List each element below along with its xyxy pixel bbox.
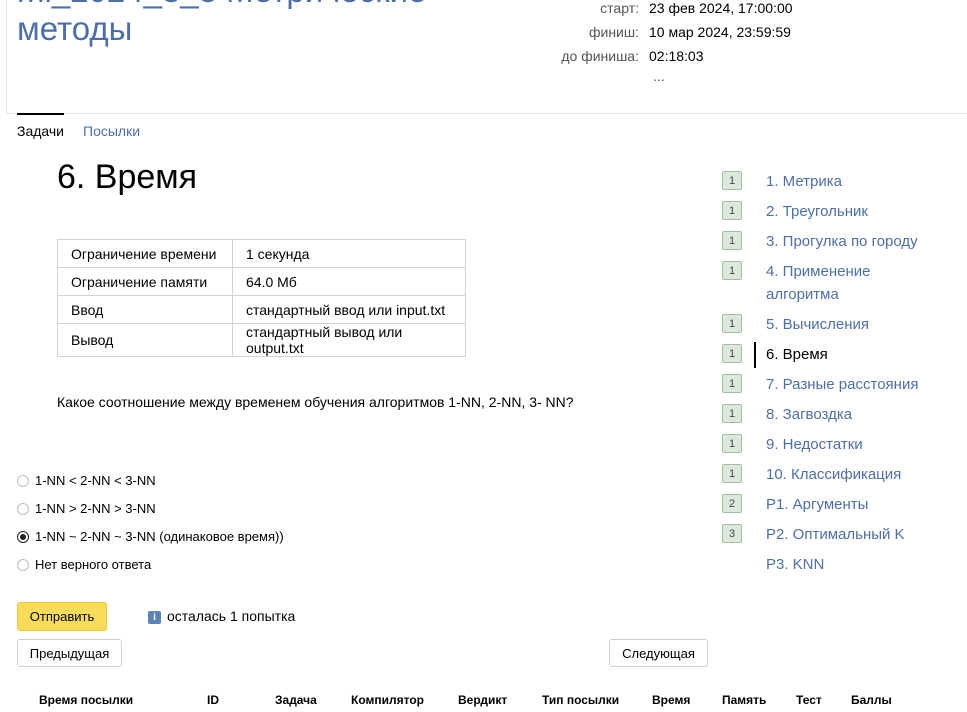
attempts-badge: 1 (722, 201, 742, 220)
column-header[interactable]: ID (207, 693, 219, 707)
option-label: Нет верного ответа (35, 557, 152, 573)
attempts-badge: 1 (722, 231, 742, 250)
option-label: 1-NN ~ 2-NN ~ 3-NN (одинаковое время)) (35, 529, 284, 545)
finish-label: финиш: (588, 24, 639, 40)
submit-button[interactable]: Отправить (17, 602, 107, 631)
column-header[interactable]: Тест (796, 693, 822, 707)
table-row: Ограничение времени 1 секунда (57, 239, 466, 268)
limit-value: стандартный ввод или input.txt (232, 295, 466, 324)
next-button[interactable]: Следующая (609, 639, 708, 667)
limit-value: стандартный вывод или output.txt (232, 323, 466, 357)
option-label: 1-NN < 2-NN < 3-NN (35, 473, 156, 489)
tab-problems[interactable]: Задачи (17, 113, 65, 139)
attempts-badge: 1 (722, 404, 742, 423)
table-row: Ввод стандартный ввод или input.txt (57, 295, 466, 324)
finish-value: 10 мар 2024, 23:59:59 (649, 24, 791, 40)
limit-value: 64.0 Мб (232, 267, 466, 296)
attempts-badge: 1 (722, 261, 742, 280)
attempts-badge: 1 (722, 434, 742, 453)
attempts-info: i осталась 1 попытка (148, 608, 295, 624)
answer-option-2[interactable]: 1-NN > 2-NN > 3-NN (17, 500, 156, 516)
limit-value: 1 секунда (232, 239, 466, 268)
problem-link[interactable]: 1. Метрика (766, 170, 941, 193)
radio-button-checked[interactable] (17, 530, 29, 543)
limit-key: Ограничение времени (57, 239, 233, 268)
left-divider (6, 0, 7, 113)
attempts-badge: 1 (722, 344, 742, 363)
limits-table: Ограничение времени 1 секунда Ограничени… (57, 239, 466, 357)
start-label: старт: (600, 0, 639, 16)
answer-option-1[interactable]: 1-NN < 2-NN < 3-NN (17, 472, 156, 488)
problem-title: 6. Время (57, 158, 198, 196)
problem-link[interactable]: 7. Разные расстояния (766, 373, 941, 396)
table-row: Ограничение памяти 64.0 Мб (57, 267, 466, 296)
remaining-value: 02:18:03 (649, 48, 704, 64)
column-header[interactable]: Компилятор (351, 693, 424, 707)
column-header[interactable]: Баллы (851, 693, 892, 707)
column-header[interactable]: Время посылки (39, 693, 133, 707)
attempts-badge: 1 (722, 464, 742, 483)
start-value: 23 фев 2024, 17:00:00 (649, 0, 793, 16)
column-header[interactable]: Задача (275, 693, 317, 707)
column-header[interactable]: Время (652, 693, 690, 707)
problem-link[interactable]: 4. Применение алгоритма (766, 260, 941, 306)
attempts-badge: 1 (722, 314, 742, 333)
problem-link[interactable]: 8. Загвоздка (766, 403, 941, 426)
header-divider (6, 113, 967, 114)
problem-link[interactable]: P1. Аргументы (766, 493, 941, 516)
current-problem: 6. Время (766, 346, 828, 363)
remaining-label: до финиша: (561, 48, 639, 64)
limit-key: Ограничение памяти (57, 267, 233, 296)
answer-option-3[interactable]: 1-NN ~ 2-NN ~ 3-NN (одинаковое время)) (17, 528, 284, 544)
info-icon: i (148, 611, 161, 624)
radio-button[interactable] (17, 558, 29, 571)
attempts-badge: 1 (722, 374, 742, 393)
problem-link[interactable]: 3. Прогулка по городу (766, 230, 941, 253)
attempts-badge: 3 (722, 524, 742, 543)
question-text: Какое соотношение между временем обучени… (57, 394, 574, 410)
current-marker (754, 342, 756, 368)
column-header[interactable]: Память (722, 693, 766, 707)
attempts-text: осталась 1 попытка (167, 608, 296, 624)
previous-button[interactable]: Предыдущая (17, 639, 122, 667)
table-row: Вывод стандартный вывод или output.txt (57, 323, 466, 357)
attempts-badge: 1 (722, 171, 742, 190)
timing-more[interactable]: ... (653, 68, 665, 84)
problem-link[interactable]: P3. KNN (766, 553, 941, 576)
problem-link[interactable]: 9. Недостатки (766, 433, 941, 456)
limit-key: Вывод (57, 323, 233, 357)
tab-submissions[interactable]: Посылки (83, 123, 140, 139)
column-header[interactable]: Вердикт (458, 693, 507, 707)
problem-link[interactable]: 2. Треугольник (766, 200, 941, 223)
problem-link[interactable]: 10. Классификация (766, 463, 941, 486)
radio-button[interactable] (17, 502, 29, 515)
attempts-badge: 2 (722, 494, 742, 513)
problem-link[interactable]: 5. Вычисления (766, 313, 941, 336)
radio-button[interactable] (17, 474, 29, 487)
limit-key: Ввод (57, 295, 233, 324)
answer-option-4[interactable]: Нет верного ответа (17, 556, 151, 572)
option-label: 1-NN > 2-NN > 3-NN (35, 501, 156, 517)
contest-title: ml_2024_3_3 Метрические методы (17, 0, 426, 47)
column-header[interactable]: Тип посылки (542, 693, 619, 707)
problem-link[interactable]: P2. Оптимальный K (766, 523, 941, 546)
